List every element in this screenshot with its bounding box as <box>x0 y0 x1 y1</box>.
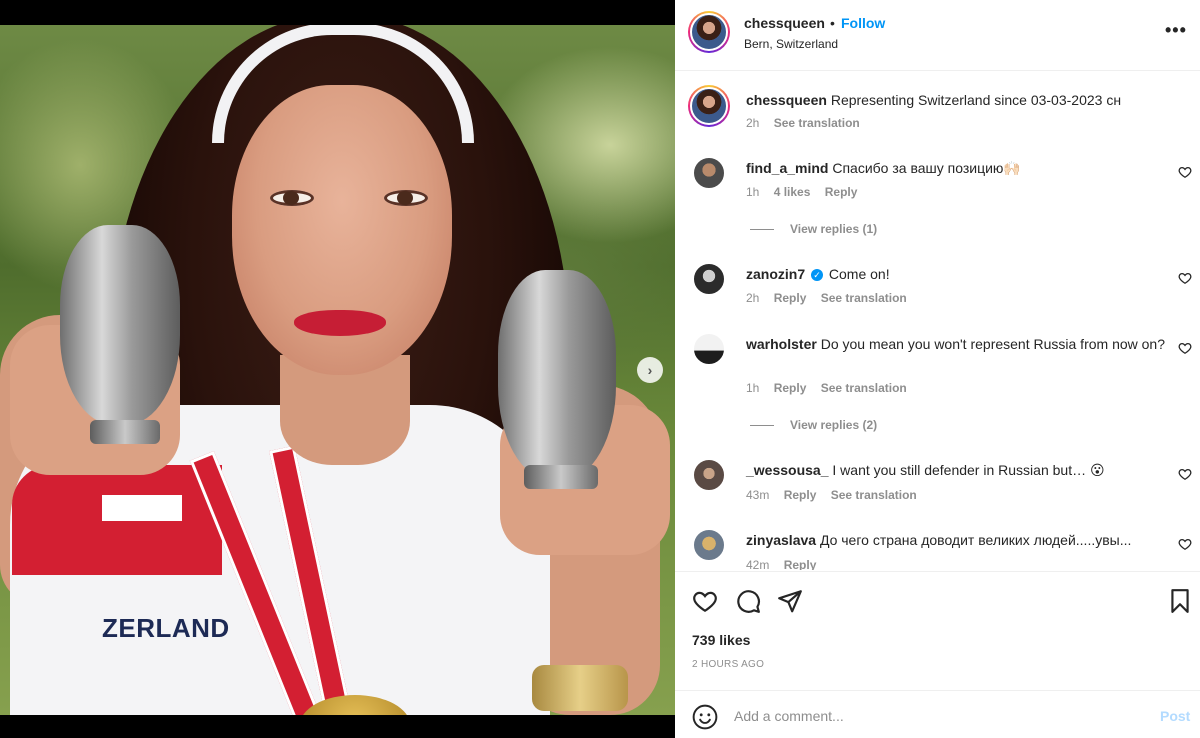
post-location[interactable]: Bern, Switzerland <box>744 37 838 51</box>
heart-icon[interactable] <box>1178 271 1192 285</box>
commenter-avatar[interactable] <box>692 262 726 296</box>
author-username[interactable]: chessqueen <box>744 15 825 31</box>
header-separator: • <box>830 15 835 31</box>
author-avatar[interactable] <box>688 11 730 53</box>
comment-time[interactable]: 43m <box>746 488 769 502</box>
see-translation-button[interactable]: See translation <box>821 291 907 305</box>
reply-button[interactable]: Reply <box>784 558 817 570</box>
comment-icon[interactable] <box>735 588 761 614</box>
more-options-icon[interactable]: ••• <box>1165 20 1187 41</box>
reply-button[interactable]: Reply <box>774 291 807 305</box>
comment-meta: 1h Reply See translation <box>746 381 918 395</box>
post-media: ZERLAND › <box>0 0 675 738</box>
chevron-right-icon: › <box>647 362 653 378</box>
photo-trophy <box>60 225 180 425</box>
heart-icon[interactable] <box>1178 467 1192 481</box>
post-actions: 739 likes 2 HOURS AGO <box>675 571 1200 689</box>
comment-text: find_a_mind Спасибо за вашу позицию🙌🏻 <box>746 158 1166 178</box>
verified-badge-icon: ✓ <box>811 269 824 282</box>
photo-eye <box>270 190 314 206</box>
caption-time[interactable]: 2h <box>746 116 759 130</box>
comment-body: Do you mean you won't represent Russia f… <box>820 336 1165 352</box>
caption-text: chessqueen Representing Switzerland sinc… <box>746 90 1166 110</box>
view-replies-label: View replies (1) <box>790 222 878 236</box>
photo-lips <box>294 310 386 336</box>
comment-body: I want you still defender in Russian but… <box>832 462 1105 478</box>
replies-line <box>750 229 774 231</box>
comment-text: _wessousa_ I want you still defender in … <box>746 460 1166 480</box>
reply-button[interactable]: Reply <box>784 488 817 502</box>
comment-composer: Post <box>675 690 1200 738</box>
view-replies-button[interactable]: View replies (1) <box>750 222 877 236</box>
comment-body: Спасибо за вашу позицию🙌🏻 <box>832 160 1021 176</box>
comment-meta: 1h 4 likes Reply <box>746 185 868 199</box>
comment-text: zanozin7 ✓ Come on! <box>746 264 1166 284</box>
heart-icon[interactable] <box>1178 537 1192 551</box>
comment-body: До чего страна доводит великих людей....… <box>819 532 1132 548</box>
comment-username[interactable]: zinyaslava <box>746 532 816 548</box>
reply-button[interactable]: Reply <box>825 185 858 199</box>
heart-icon[interactable] <box>1178 341 1192 355</box>
post-photo: ZERLAND <box>0 25 675 715</box>
heart-icon[interactable] <box>1178 165 1192 179</box>
reply-button[interactable]: Reply <box>774 381 807 395</box>
comment-username[interactable]: _wessousa_ <box>746 462 829 478</box>
commenter-avatar[interactable] <box>692 528 726 562</box>
photo-shirt-text: ZERLAND <box>102 613 230 643</box>
emoji-icon[interactable] <box>692 704 718 730</box>
comment-username[interactable]: zanozin7 <box>746 266 805 282</box>
see-translation-button[interactable]: See translation <box>831 488 917 502</box>
like-count[interactable]: 739 likes <box>692 632 750 648</box>
view-replies-label: View replies (2) <box>790 418 878 432</box>
photo-watch <box>532 665 628 711</box>
comment-time[interactable]: 42m <box>746 558 769 570</box>
comment-meta: 2h Reply See translation <box>746 291 918 305</box>
post-comment-button[interactable]: Post <box>1160 708 1190 724</box>
photo-trophy-base <box>524 465 598 489</box>
comment-meta: 42m Reply <box>746 558 827 570</box>
replies-line <box>750 425 774 427</box>
comment-text: warholster Do you mean you won't represe… <box>746 334 1166 354</box>
photo-trophy <box>498 270 616 480</box>
photo-shirt-flag <box>12 465 222 575</box>
comment-time[interactable]: 1h <box>746 185 759 199</box>
comment-time[interactable]: 2h <box>746 291 759 305</box>
caption-body: Representing Switzerland since 03-03-202… <box>830 92 1122 108</box>
commenter-avatar[interactable] <box>692 332 726 366</box>
comment-body: Come on! <box>828 266 890 282</box>
see-translation-button[interactable]: See translation <box>821 381 907 395</box>
see-translation-button[interactable]: See translation <box>774 116 860 130</box>
share-icon[interactable] <box>777 588 803 614</box>
post-time[interactable]: 2 HOURS AGO <box>692 659 764 670</box>
comment-text: zinyaslava До чего страна доводит велики… <box>746 530 1166 550</box>
commenter-avatar[interactable] <box>692 458 726 492</box>
caption-username[interactable]: chessqueen <box>746 92 827 108</box>
author-avatar[interactable] <box>688 85 730 127</box>
comment-meta: 43m Reply See translation <box>746 488 928 502</box>
comments-list[interactable]: chessqueen Representing Switzerland sinc… <box>675 72 1200 570</box>
like-heart-icon[interactable] <box>692 588 718 614</box>
comment-username[interactable]: warholster <box>746 336 817 352</box>
photo-eye <box>384 190 428 206</box>
bookmark-icon[interactable] <box>1167 588 1193 614</box>
comment-input[interactable] <box>734 705 1114 727</box>
follow-button[interactable]: Follow <box>841 15 885 31</box>
post-side-panel: chessqueen • Follow Bern, Switzerland ••… <box>675 0 1200 738</box>
commenter-avatar[interactable] <box>692 156 726 190</box>
photo-trophy-base <box>90 420 160 444</box>
comment-username[interactable]: find_a_mind <box>746 160 828 176</box>
view-replies-button[interactable]: View replies (2) <box>750 418 877 432</box>
post-header: chessqueen • Follow Bern, Switzerland ••… <box>675 0 1200 71</box>
caption-meta: 2h See translation <box>746 116 871 130</box>
comment-likes[interactable]: 4 likes <box>774 185 811 199</box>
next-image-button[interactable]: › <box>637 357 663 383</box>
comment-time[interactable]: 1h <box>746 381 759 395</box>
